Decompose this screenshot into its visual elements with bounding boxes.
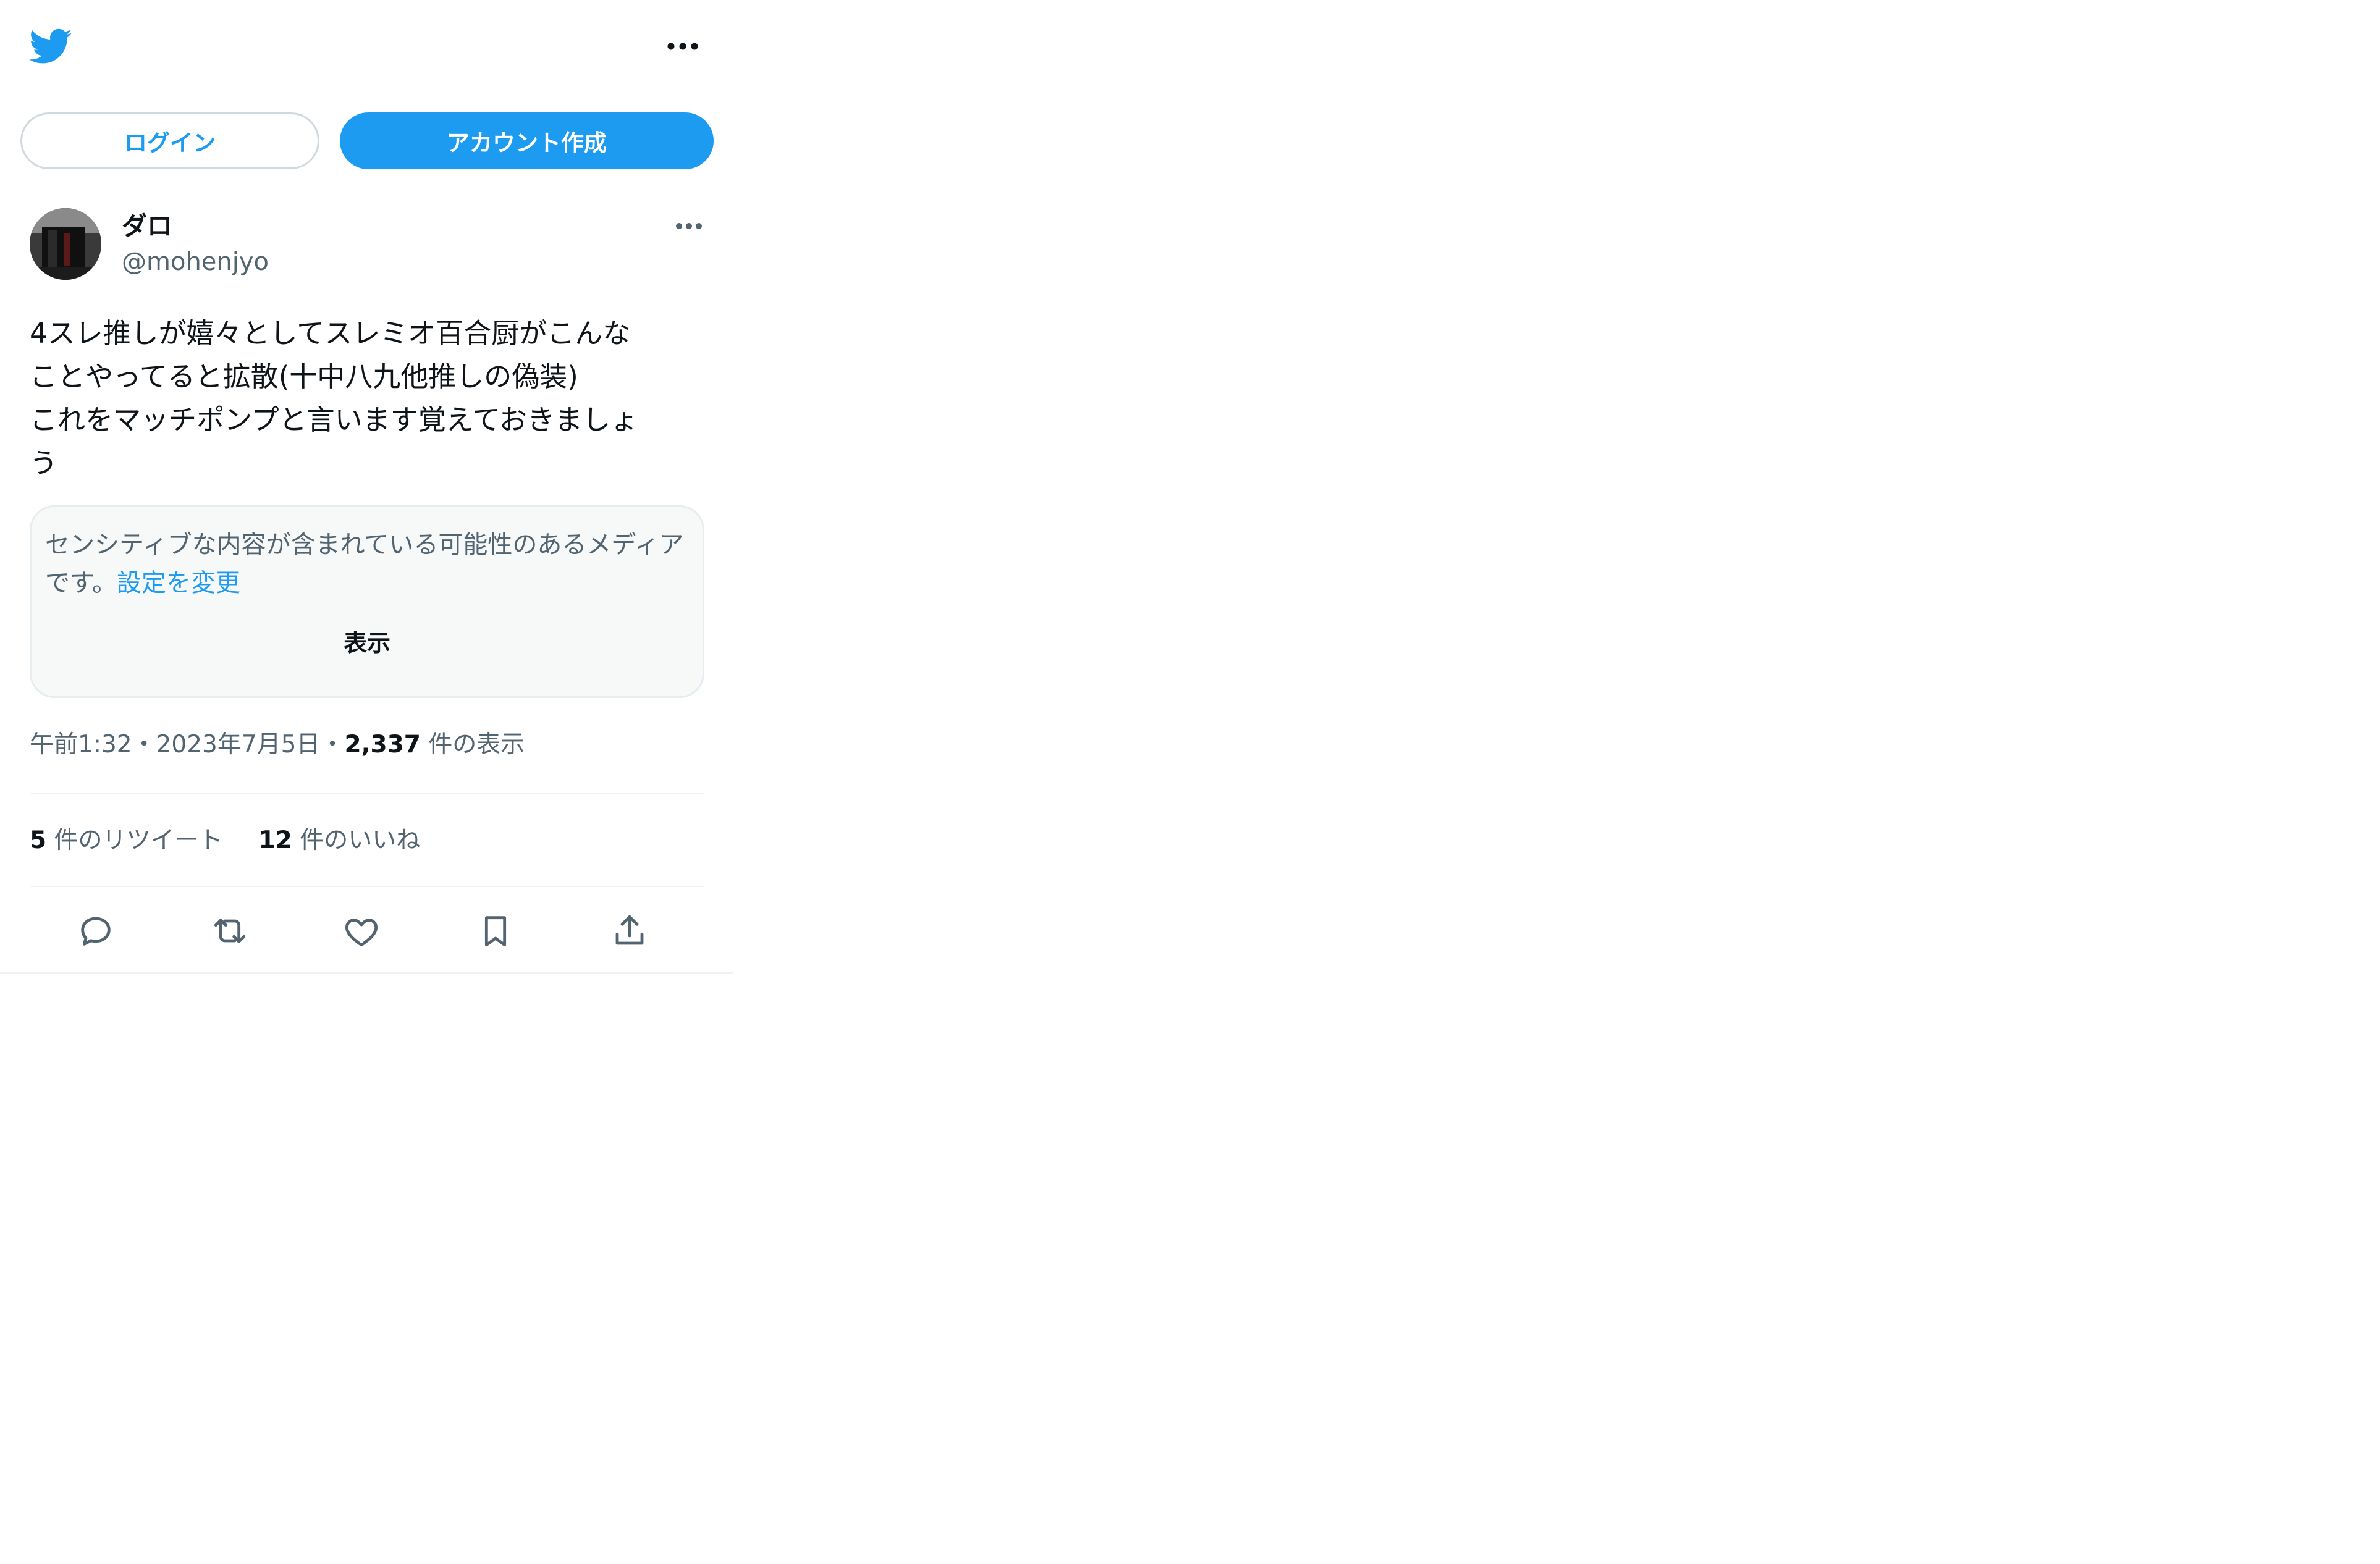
tweet-more-icon[interactable] xyxy=(670,215,707,237)
divider xyxy=(30,793,704,794)
views-label: 件の表示 xyxy=(420,731,525,759)
reply-icon[interactable] xyxy=(76,911,116,951)
tweet-text: 4スレ推しが嬉々としてスレミオ百合厨がこんな ことやってると拡散(十中八九他推し… xyxy=(30,317,639,479)
tweet-page: ログイン アカウント作成 ダロ @mohenjyo 4スレ推しが嬉々としてスレミ… xyxy=(0,0,733,976)
retweet-icon[interactable] xyxy=(210,911,250,951)
tweet-stats: 5 件のリツイート 12 件のいいね xyxy=(30,822,420,859)
bookmark-icon[interactable] xyxy=(476,911,515,951)
author-display-name[interactable]: ダロ xyxy=(122,209,172,243)
like-icon[interactable] xyxy=(342,911,381,951)
retweets-count: 5 xyxy=(30,826,47,854)
login-button[interactable]: ログイン xyxy=(20,112,319,169)
more-horizontal-icon[interactable] xyxy=(661,34,704,59)
avatar[interactable] xyxy=(30,208,101,280)
likes-count: 12 xyxy=(258,826,292,854)
likes-label: 件のいいね xyxy=(292,826,421,854)
meta-separator: ・ xyxy=(320,731,345,759)
retweets-label: 件のリツイート xyxy=(46,826,223,854)
author-handle[interactable]: @mohenjyo xyxy=(122,245,269,279)
meta-separator: ・ xyxy=(132,731,156,759)
divider xyxy=(30,886,704,887)
sensitive-notice-text: センシティブな内容が含まれている可能性のあるメディアです。設定を変更 xyxy=(45,526,688,602)
views-count: 2,337 xyxy=(344,731,421,759)
tweet-meta: 午前1:32・2023年7月5日・2,337 件の表示 xyxy=(30,726,525,763)
change-settings-link[interactable]: 設定を変更 xyxy=(117,569,240,597)
tweet-date[interactable]: 2023年7月5日 xyxy=(156,731,321,759)
create-account-button[interactable]: アカウント作成 xyxy=(340,112,714,169)
tweet-time[interactable]: 午前1:32 xyxy=(30,731,132,759)
share-icon[interactable] xyxy=(610,911,649,951)
show-media-button[interactable]: 表示 xyxy=(32,624,703,662)
tweet-bottom-border xyxy=(0,972,733,974)
twitter-bird-icon[interactable] xyxy=(28,25,74,68)
likes-stat[interactable]: 12 件のいいね xyxy=(259,826,421,854)
top-bar xyxy=(0,0,733,93)
retweets-stat[interactable]: 5 件のリツイート xyxy=(30,826,223,854)
sensitive-media-notice: センシティブな内容が含まれている可能性のあるメディアです。設定を変更 表示 xyxy=(30,505,704,698)
